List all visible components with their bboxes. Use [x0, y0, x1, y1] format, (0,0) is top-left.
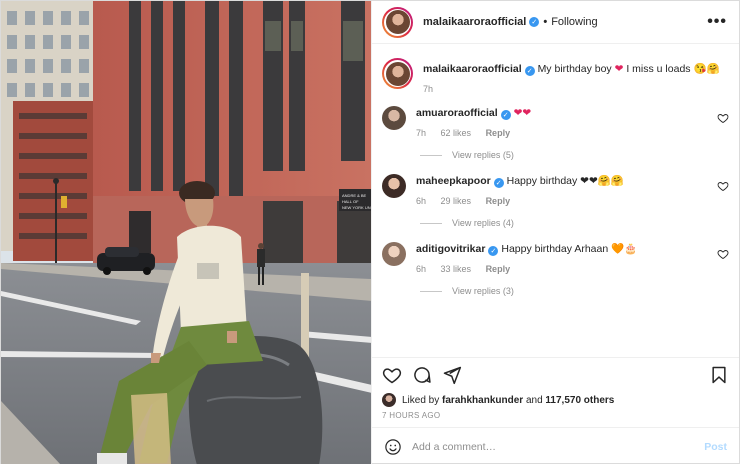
comment-emojis: ❤❤🤗🤗 [580, 175, 624, 187]
view-replies-button[interactable]: View replies (4) [420, 218, 729, 228]
caption-meta: 7h [423, 84, 729, 94]
add-comment-input[interactable] [412, 440, 705, 453]
verified-badge-icon: ✓ [493, 178, 504, 188]
comment-like-heart-icon[interactable] [717, 180, 729, 192]
liked-by-user[interactable]: farahkhankunder [442, 395, 523, 406]
liked-by-prefix: Liked by [402, 394, 443, 406]
post-photo[interactable]: ANDRE & BE HALL OF NEW YORK UNI [1, 1, 371, 464]
comment-likes[interactable]: 33 likes [441, 264, 472, 274]
caption-avatar[interactable] [382, 58, 413, 89]
bookmark-icon[interactable] [709, 365, 729, 385]
caption-time[interactable]: 7h [423, 84, 433, 94]
heart-icon[interactable] [382, 365, 402, 385]
liker-avatar[interactable] [382, 393, 396, 407]
caption: malaikaaroraofficial ✓ My birthday boy ❤ … [382, 58, 729, 94]
building-sign: ANDRE & BE [342, 193, 367, 198]
comments-list: malaikaaroraofficial ✓ My birthday boy ❤ … [372, 44, 739, 357]
comment-time[interactable]: 6h [416, 264, 426, 274]
commenter-avatar[interactable] [382, 174, 406, 198]
separator-dot: • [543, 16, 548, 28]
post-time-ago[interactable]: 7 HOURS AGO [372, 409, 739, 427]
comment-item: maheepkapoor ✓ Happy birthday ❤❤🤗🤗 6h 29 … [382, 174, 729, 206]
comment-meta: 6h 29 likes Reply [416, 196, 729, 206]
comment-emojis: 🧡🎂 [611, 243, 638, 255]
comment-like-heart-icon[interactable] [717, 112, 729, 124]
caption-text: My birthday boy [537, 63, 615, 75]
post-comment-button[interactable]: Post [704, 441, 727, 453]
following-button[interactable]: Following [551, 16, 597, 28]
comment-time[interactable]: 6h [416, 196, 426, 206]
verified-badge-icon: ✓ [500, 110, 511, 120]
comment-text: Happy birthday [506, 175, 581, 187]
comment-time[interactable]: 7h [416, 128, 426, 138]
svg-text:NEW YORK UNI: NEW YORK UNI [342, 205, 371, 210]
author-avatar[interactable] [382, 6, 413, 38]
post-side-panel: malaikaaroraofficial ✓ • Following ••• m… [371, 1, 739, 464]
post-header: malaikaaroraofficial ✓ • Following ••• [372, 1, 739, 44]
verified-badge-icon: ✓ [529, 17, 540, 27]
comment-item: aditigovitrikar ✓ Happy birthday Arhaan 🧡… [382, 242, 729, 274]
reply-button[interactable]: Reply [486, 128, 511, 138]
caption-avatar-image [385, 61, 410, 86]
comment-like-heart-icon[interactable] [717, 248, 729, 260]
smiley-icon[interactable] [384, 438, 402, 456]
view-replies-button[interactable]: View replies (5) [420, 150, 729, 160]
reply-button[interactable]: Reply [486, 264, 511, 274]
comment-icon[interactable] [412, 365, 432, 385]
svg-text:HALL OF: HALL OF [342, 199, 359, 204]
view-replies-button[interactable]: View replies (3) [420, 286, 729, 296]
verified-badge-icon: ✓ [524, 66, 535, 76]
caption-text-2: I miss u loads [623, 63, 694, 75]
comment-likes[interactable]: 29 likes [441, 196, 472, 206]
author-avatar-image [385, 10, 410, 34]
instagram-post-window: ANDRE & BE HALL OF NEW YORK UNI malaikaa… [0, 0, 740, 464]
comment-username[interactable]: amuaroraofficial [416, 107, 498, 119]
commenter-avatar[interactable] [382, 242, 406, 266]
comment-username[interactable]: aditigovitrikar [416, 243, 485, 255]
comment-meta: 6h 33 likes Reply [416, 264, 729, 274]
liked-by-row: Liked by farahkhankunder and 117,570 oth… [372, 391, 739, 409]
caption-emojis: 😘🤗 [693, 63, 720, 75]
comment-likes[interactable]: 62 likes [441, 128, 472, 138]
commenter-avatar[interactable] [382, 106, 406, 130]
liked-by-and: and [523, 394, 546, 406]
comment-emojis: ❤❤ [513, 107, 532, 119]
reply-button[interactable]: Reply [486, 196, 511, 206]
liked-by-others[interactable]: 117,570 others [545, 395, 614, 406]
more-options-icon[interactable]: ••• [707, 14, 727, 30]
photo-illustration: ANDRE & BE HALL OF NEW YORK UNI [1, 1, 371, 464]
comment-item: amuaroraofficial ✓ ❤❤ 7h 62 likes Reply [382, 106, 729, 138]
comment-text: Happy birthday Arhaan [501, 243, 612, 255]
paper-plane-icon[interactable] [442, 365, 462, 385]
comment-username[interactable]: maheepkapoor [416, 175, 491, 187]
add-comment-bar: Post [372, 427, 739, 464]
comment-meta: 7h 62 likes Reply [416, 128, 729, 138]
author-username[interactable]: malaikaaroraofficial [423, 16, 526, 28]
action-bar [372, 357, 739, 391]
verified-badge-icon: ✓ [488, 246, 499, 256]
caption-username[interactable]: malaikaaroraofficial [423, 63, 522, 75]
